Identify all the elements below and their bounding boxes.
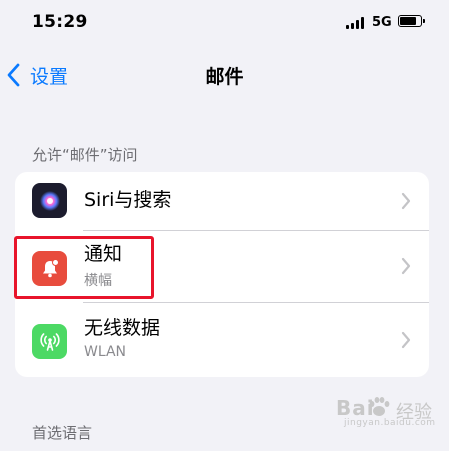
settings-row-title: Siri与搜索 xyxy=(84,189,172,211)
chevron-right-icon xyxy=(401,331,411,349)
signal-strength-icon xyxy=(346,17,364,29)
settings-row-title: 无线数据 xyxy=(84,317,161,339)
navigation-bar: 设置 邮件 xyxy=(0,52,449,98)
settings-row-wireless-data[interactable]: 无线数据 WLAN xyxy=(15,302,429,377)
chevron-right-icon xyxy=(401,192,411,210)
chevron-right-icon xyxy=(401,257,411,275)
baidu-paw-icon xyxy=(369,397,390,416)
status-bar: 15:29 5G xyxy=(0,0,449,48)
section-header-access: 允许“邮件”访问 xyxy=(32,146,138,164)
settings-group-access: Siri与搜索 通知 横幅 无线数据 WLAN xyxy=(15,172,429,377)
settings-row-subtitle: WLAN xyxy=(84,344,127,360)
siri-icon xyxy=(32,183,67,218)
settings-row-subtitle: 横幅 xyxy=(84,273,112,289)
baidu-jingyan-watermark: Bai 经验 jingyan.baidu.com xyxy=(336,396,446,436)
network-type: 5G xyxy=(372,15,392,30)
notification-bell-icon xyxy=(32,251,67,286)
battery-level-fill xyxy=(400,17,416,25)
settings-row-notifications[interactable]: 通知 横幅 xyxy=(15,230,429,302)
cellular-antenna-icon xyxy=(32,324,67,359)
page-title: 邮件 xyxy=(205,66,244,88)
section-header-preferred-language: 首选语言 xyxy=(32,424,93,442)
watermark-url: jingyan.baidu.com xyxy=(344,418,436,428)
settings-row-title: 通知 xyxy=(84,243,123,265)
status-time: 15:29 xyxy=(32,12,88,32)
battery-icon xyxy=(398,15,425,27)
settings-row-siri-search[interactable]: Siri与搜索 xyxy=(15,172,429,230)
